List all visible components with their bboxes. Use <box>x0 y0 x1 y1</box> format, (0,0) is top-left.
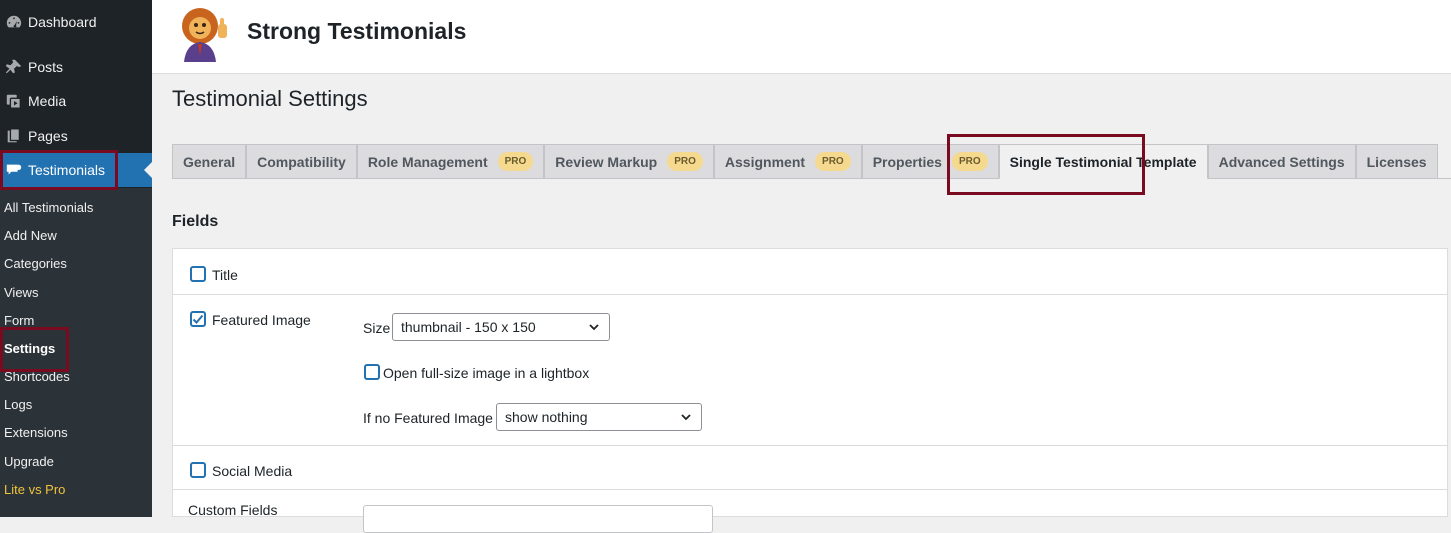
social-media-checkbox[interactable] <box>190 462 206 478</box>
submenu-form[interactable]: Form <box>4 313 34 328</box>
tab-review-markup[interactable]: Review Markup PRO <box>544 144 714 178</box>
no-image-select-value: show nothing <box>505 409 588 425</box>
tab-licenses[interactable]: Licenses <box>1355 144 1438 178</box>
no-image-label: If no Featured Image <box>363 410 493 426</box>
featured-image-checkbox[interactable] <box>190 311 206 327</box>
tab-single-testimonial-template[interactable]: Single Testimonial Template <box>998 144 1208 179</box>
custom-fields-label: Custom Fields <box>188 502 278 518</box>
size-label: Size <box>363 320 391 336</box>
submenu-categories[interactable]: Categories <box>4 256 67 271</box>
menu-testimonials[interactable]: Testimonials <box>0 153 152 187</box>
menu-testimonials-label: Testimonials <box>28 162 106 178</box>
lightbox-label: Open full-size image in a lightbox <box>383 365 590 381</box>
size-select-value: thumbnail - 150 x 150 <box>401 319 536 335</box>
submenu-lite-vs-pro[interactable]: Lite vs Pro <box>4 482 65 497</box>
pro-badge: PRO <box>815 152 851 171</box>
testimonials-icon <box>0 161 28 179</box>
pro-badge: PRO <box>667 152 703 171</box>
submenu-logs[interactable]: Logs <box>4 397 32 412</box>
dashboard-icon <box>0 13 28 31</box>
custom-fields-box[interactable] <box>363 505 713 533</box>
tab-compatibility[interactable]: Compatibility <box>246 144 357 178</box>
menu-posts[interactable]: Posts <box>0 50 152 84</box>
tab-label: Role Management <box>367 153 488 170</box>
checkmark-icon <box>192 314 204 324</box>
submenu-add-new[interactable]: Add New <box>4 228 57 243</box>
featured-image-label: Featured Image <box>212 312 311 328</box>
tab-label: General <box>183 153 236 170</box>
lion-mascot-logo <box>174 4 236 62</box>
chevron-down-icon <box>589 324 599 331</box>
tab-label: Advanced Settings <box>1218 153 1345 170</box>
submenu-settings[interactable]: Settings <box>4 341 55 356</box>
submenu-all-testimonials[interactable]: All Testimonials <box>4 200 93 215</box>
tab-label: Single Testimonial Template <box>1009 153 1197 170</box>
tab-label: Assignment <box>724 153 806 170</box>
tab-assignment[interactable]: Assignment PRO <box>713 144 862 178</box>
tab-general[interactable]: General <box>172 144 247 178</box>
pro-badge: PRO <box>497 152 534 171</box>
tab-label: Compatibility <box>257 153 346 170</box>
tab-properties[interactable]: Properties PRO <box>861 144 999 178</box>
chevron-down-icon <box>681 414 691 421</box>
menu-pages[interactable]: Pages <box>0 119 152 153</box>
row-divider <box>173 489 1447 490</box>
admin-sidebar: Dashboard Posts Media Pages Testimonials… <box>0 0 152 517</box>
submenu-upgrade[interactable]: Upgrade <box>4 454 54 469</box>
row-divider <box>173 445 1447 446</box>
page-title: Testimonial Settings <box>172 86 368 111</box>
media-icon <box>0 92 28 110</box>
tab-role-management[interactable]: Role Management PRO <box>356 144 545 178</box>
pages-icon <box>0 127 28 145</box>
tab-label: Properties <box>872 153 942 170</box>
pin-icon <box>0 58 28 76</box>
plugin-brand-name: Strong Testimonials <box>247 18 467 44</box>
submenu-shortcodes[interactable]: Shortcodes <box>4 369 70 384</box>
lightbox-checkbox[interactable] <box>364 364 380 380</box>
size-select[interactable]: thumbnail - 150 x 150 <box>392 313 610 341</box>
menu-media-label: Media <box>28 93 67 109</box>
menu-pages-label: Pages <box>28 128 68 144</box>
plugin-header: Strong Testimonials <box>152 0 1451 74</box>
tab-label: Licenses <box>1366 153 1427 170</box>
submenu-views[interactable]: Views <box>4 285 38 300</box>
row-divider <box>173 294 1447 295</box>
title-checkbox[interactable] <box>190 266 206 282</box>
section-title-fields: Fields <box>172 213 219 230</box>
fields-panel: Title Featured Image Size thumbnail - 15… <box>172 248 1448 533</box>
social-media-label: Social Media <box>212 463 293 479</box>
settings-tabs: General Compatibility Role Management PRO… <box>172 144 1438 179</box>
tab-advanced-settings[interactable]: Advanced Settings <box>1207 144 1356 178</box>
tab-label: Review Markup <box>555 153 658 170</box>
menu-media[interactable]: Media <box>0 84 152 118</box>
menu-dashboard[interactable]: Dashboard <box>0 5 152 39</box>
title-label: Title <box>212 267 238 283</box>
menu-posts-label: Posts <box>28 59 64 75</box>
submenu-extensions[interactable]: Extensions <box>4 425 68 440</box>
no-image-select[interactable]: show nothing <box>496 403 702 431</box>
pro-badge: PRO <box>951 152 988 171</box>
menu-dashboard-label: Dashboard <box>28 14 97 30</box>
